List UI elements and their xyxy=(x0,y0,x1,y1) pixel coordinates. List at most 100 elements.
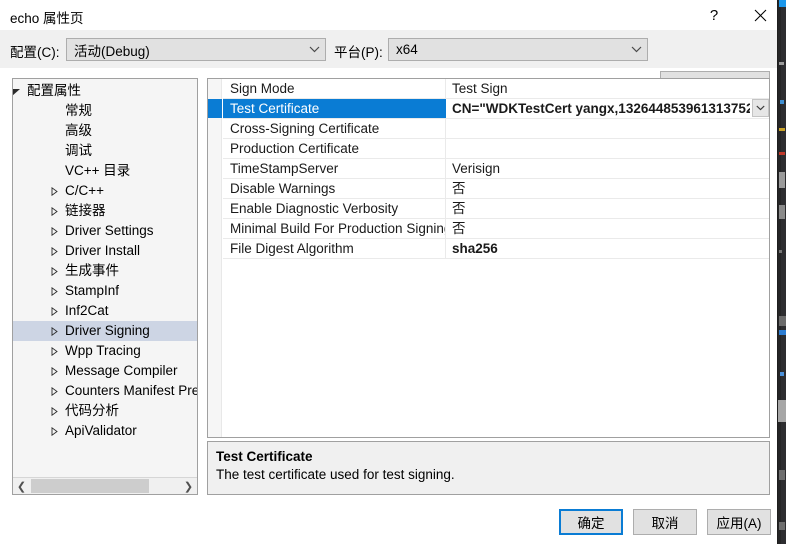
property-name: Minimal Build For Production Signing xyxy=(230,221,445,236)
triangle-right-icon[interactable] xyxy=(47,261,61,281)
tree-item-17[interactable]: ApiValidator xyxy=(13,421,197,441)
tree-item-label: 高级 xyxy=(65,123,92,138)
tree-item-label: Inf2Cat xyxy=(65,303,109,318)
configuration-dropdown[interactable]: 活动(Debug) xyxy=(66,38,326,61)
column-splitter[interactable] xyxy=(445,119,446,138)
tree-item-5[interactable]: C/C++ xyxy=(13,181,197,201)
triangle-right-icon[interactable] xyxy=(47,241,61,261)
tree-item-15[interactable]: Counters Manifest Prepr xyxy=(13,381,197,401)
tree-item-label: 配置属性 xyxy=(27,83,81,98)
tree-item-11[interactable]: Inf2Cat xyxy=(13,301,197,321)
vs-backdrop-fragment xyxy=(779,250,782,253)
platform-value: x64 xyxy=(396,42,418,57)
property-row[interactable]: Production Certificate xyxy=(223,139,769,159)
column-splitter[interactable] xyxy=(445,199,446,218)
triangle-down-icon[interactable] xyxy=(13,81,23,101)
column-splitter[interactable] xyxy=(445,139,446,158)
property-row[interactable]: Minimal Build For Production Signing 否 xyxy=(223,219,769,239)
triangle-right-icon[interactable] xyxy=(47,181,61,201)
property-value[interactable]: 否 xyxy=(452,179,767,198)
properties-tree-panel: 配置属性常规高级调试 VC++ 目录 C/C++ 链接器 Driver Settings… xyxy=(12,78,198,495)
triangle-right-icon[interactable] xyxy=(47,381,61,401)
tree-item-12[interactable]: Driver Signing xyxy=(13,321,197,341)
property-grid-selection-marker xyxy=(208,99,222,118)
property-grid-gutter xyxy=(208,79,222,437)
apply-button[interactable]: 应用(A) xyxy=(707,509,771,535)
property-row[interactable]: Sign Mode Test Sign xyxy=(223,79,769,99)
vs-backdrop-fragment xyxy=(779,330,786,335)
tree-item-3[interactable]: 调试 xyxy=(13,141,197,161)
dialog-titlebar: echo 属性页 ? xyxy=(0,0,777,30)
ok-button[interactable]: 确定 xyxy=(559,509,623,535)
tree-item-label: 代码分析 xyxy=(65,403,119,418)
triangle-right-icon[interactable] xyxy=(47,341,61,361)
property-row[interactable]: Test Certificate CN="WDKTestCert yangx,13… xyxy=(223,99,769,119)
column-splitter[interactable] xyxy=(445,179,446,198)
property-row[interactable]: File Digest Algorithm sha256 xyxy=(223,239,769,259)
tree-item-label: Driver Signing xyxy=(65,323,150,338)
triangle-right-icon[interactable] xyxy=(47,401,61,421)
question-mark-icon: ? xyxy=(709,6,719,24)
platform-dropdown[interactable]: x64 xyxy=(388,38,648,61)
triangle-right-icon[interactable] xyxy=(47,221,61,241)
scrollbar-thumb[interactable] xyxy=(31,479,149,493)
property-row[interactable]: Enable Diagnostic Verbosity 否 xyxy=(223,199,769,219)
cancel-button[interactable]: 取消 xyxy=(633,509,697,535)
configuration-bar: 配置(C): 活动(Debug) 平台(P): x64 配置管理器(O)... xyxy=(0,30,777,96)
triangle-right-icon[interactable] xyxy=(47,421,61,441)
property-value[interactable]: 否 xyxy=(452,199,767,218)
column-splitter[interactable] xyxy=(445,79,446,98)
tree-item-10[interactable]: StampInf xyxy=(13,281,197,301)
tree-item-0[interactable]: 配置属性 xyxy=(13,81,197,101)
close-button[interactable] xyxy=(737,0,783,30)
column-splitter[interactable] xyxy=(445,99,446,118)
property-name: Disable Warnings xyxy=(230,181,336,196)
property-row[interactable]: TimeStampServer Verisign xyxy=(223,159,769,179)
tree-item-1[interactable]: 常规 xyxy=(13,101,197,121)
triangle-right-icon[interactable] xyxy=(47,281,61,301)
tree-item-label: 生成事件 xyxy=(65,263,119,278)
property-value[interactable]: 否 xyxy=(452,219,767,238)
description-text: The test certificate used for test signi… xyxy=(216,467,455,482)
value-dropdown-button[interactable] xyxy=(752,99,769,117)
property-row[interactable]: Disable Warnings 否 xyxy=(223,179,769,199)
property-row[interactable]: Cross-Signing Certificate xyxy=(223,119,769,139)
tree-item-8[interactable]: Driver Install xyxy=(13,241,197,261)
tree-item-16[interactable]: 代码分析 xyxy=(13,401,197,421)
tree-item-6[interactable]: 链接器 xyxy=(13,201,197,221)
column-splitter[interactable] xyxy=(445,159,446,178)
tree-item-7[interactable]: Driver Settings xyxy=(13,221,197,241)
vs-backdrop-fragment xyxy=(779,316,786,326)
property-name: Sign Mode xyxy=(230,81,295,96)
column-splitter[interactable] xyxy=(445,239,446,258)
triangle-right-icon[interactable] xyxy=(47,361,61,381)
chevron-left-icon[interactable]: ❮ xyxy=(13,478,30,494)
property-name: Enable Diagnostic Verbosity xyxy=(230,201,399,216)
tree-item-2[interactable]: 高级 xyxy=(13,121,197,141)
property-grid-rows: Sign Mode Test Sign Test Certificate CN="WD… xyxy=(223,79,769,259)
tree-item-9[interactable]: 生成事件 xyxy=(13,261,197,281)
tree-item-label: 常规 xyxy=(65,103,92,118)
chevron-right-icon[interactable]: ❯ xyxy=(180,478,197,494)
tree-item-label: Driver Install xyxy=(65,243,141,258)
tree-item-14[interactable]: Message Compiler xyxy=(13,361,197,381)
description-title: Test Certificate xyxy=(216,449,313,464)
close-icon xyxy=(754,9,766,21)
configuration-value: 活动(Debug) xyxy=(74,43,150,59)
tree-item-4[interactable]: VC++ 目录 xyxy=(13,161,197,181)
help-button[interactable]: ? xyxy=(691,0,737,30)
properties-tree: 配置属性常规高级调试 VC++ 目录 C/C++ 链接器 Driver Settings… xyxy=(13,81,197,441)
column-splitter[interactable] xyxy=(445,219,446,238)
property-pages-dialog: echo 属性页 ? 配置(C): 活动(Debug) 平台(P): x64 配 xyxy=(0,0,777,544)
tree-item-label: Driver Settings xyxy=(65,223,154,238)
property-value[interactable]: sha256 xyxy=(452,239,767,258)
vs-backdrop-fragment xyxy=(778,400,786,422)
triangle-right-icon[interactable] xyxy=(47,321,61,341)
triangle-right-icon[interactable] xyxy=(47,201,61,221)
property-value[interactable]: CN="WDKTestCert yangx,132644853961313752… xyxy=(452,99,750,118)
tree-horizontal-scrollbar[interactable]: ❮ ❯ xyxy=(13,477,197,494)
property-value[interactable]: Test Sign xyxy=(452,79,767,98)
triangle-right-icon[interactable] xyxy=(47,301,61,321)
property-value[interactable]: Verisign xyxy=(452,159,767,178)
tree-item-13[interactable]: Wpp Tracing xyxy=(13,341,197,361)
